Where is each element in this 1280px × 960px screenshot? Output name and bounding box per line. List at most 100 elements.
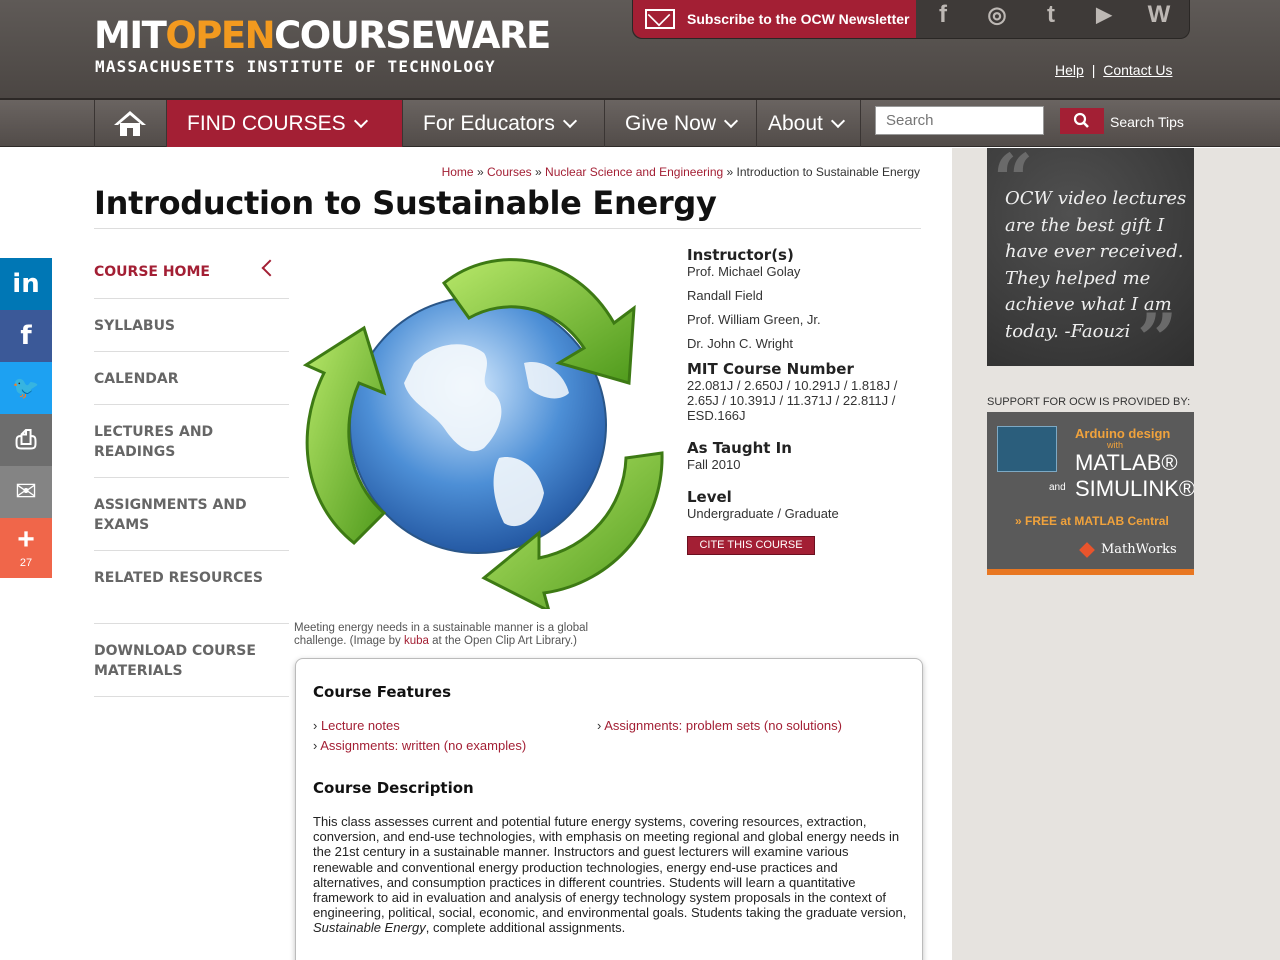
linkedin-share[interactable]: in <box>0 258 52 310</box>
twitter-icon: 🐦 <box>12 375 40 400</box>
course-nav-related[interactable]: RELATED RESOURCES <box>94 568 289 624</box>
mathworks-logo-icon <box>1079 542 1095 558</box>
nav-about[interactable]: About <box>756 100 861 147</box>
nav-find-courses[interactable]: FIND COURSES <box>166 100 402 147</box>
ad-simulink: SIMULINK® <box>1075 476 1194 501</box>
arduino-board-icon <box>997 426 1057 472</box>
cite-course-button[interactable]: CITE THIS COURSE <box>687 536 815 555</box>
course-nav-home[interactable]: COURSE HOME <box>94 262 289 299</box>
feature-link[interactable]: Assignments: written (no examples) <box>320 738 526 753</box>
logo-courseware: COURSEWARE <box>274 14 551 57</box>
close-quote-icon: ” <box>1137 298 1178 366</box>
ad-free: » FREE at MATLAB Central <box>1015 514 1169 528</box>
search-button[interactable] <box>1060 108 1104 134</box>
as-taught-label: As Taught In <box>687 439 792 457</box>
chevron-down-icon <box>562 113 577 128</box>
course-number-label: MIT Course Number <box>687 360 854 378</box>
help-link[interactable]: Help <box>1055 62 1084 78</box>
chevron-down-icon <box>353 113 368 128</box>
recycling-earth-image <box>302 258 664 609</box>
ad-headline: Arduino design <box>1075 426 1171 441</box>
ad-and: and <box>1049 482 1066 493</box>
course-features-title: Course Features <box>313 683 451 701</box>
newsletter-label: Subscribe to the OCW Newsletter <box>687 11 910 27</box>
nav-about-label: About <box>768 111 823 135</box>
breadcrumb-home[interactable]: Home <box>442 165 474 179</box>
ocw-logo[interactable]: MITOPENCOURSEWARE <box>94 14 551 58</box>
feature-link[interactable]: Assignments: problem sets (no solutions) <box>604 718 842 733</box>
breadcrumb-dept[interactable]: Nuclear Science and Engineering <box>545 165 723 179</box>
course-nav-calendar[interactable]: CALENDAR <box>94 369 289 405</box>
instructor-3: Prof. William Green, Jr. <box>687 312 821 327</box>
linkedin-icon: in <box>12 269 40 299</box>
course-nav-label: COURSE HOME <box>94 264 210 280</box>
description-end: , complete additional assignments. <box>425 920 626 936</box>
search-icon <box>1073 112 1089 128</box>
nav-for-educators-label: For Educators <box>423 111 555 135</box>
course-number: 22.081J / 2.650J / 10.291J / 1.818J / 2.… <box>687 378 898 423</box>
print-share[interactable]: ⎙ <box>0 414 52 466</box>
site-header: MITOPENCOURSEWARE MASSACHUSETTS INSTITUT… <box>0 0 1280 100</box>
chevron-down-icon <box>723 113 739 128</box>
breadcrumb-sep: » <box>535 165 542 179</box>
sponsor-ad[interactable]: Arduino design with MATLAB® and SIMULINK… <box>987 412 1194 575</box>
instructor-1: Prof. Michael Golay <box>687 264 801 279</box>
home-button[interactable] <box>94 100 166 147</box>
search-tips-link[interactable]: Search Tips <box>1110 114 1184 130</box>
ad-matlab: MATLAB® <box>1075 450 1178 475</box>
help-separator: | <box>1091 62 1096 78</box>
logo-open: OPEN <box>165 14 275 57</box>
course-nav-syllabus[interactable]: SYLLABUS <box>94 316 289 352</box>
image-caption: Meeting energy needs in a sustainable ma… <box>294 622 624 648</box>
caption-link[interactable]: kuba <box>404 635 429 647</box>
logo-mit: MIT <box>94 14 167 57</box>
more-share[interactable]: + 27 <box>0 518 52 578</box>
facebook-share[interactable]: f <box>0 310 52 362</box>
course-nav-label: ASSIGNMENTS AND EXAMS <box>94 497 247 533</box>
testimonial-banner[interactable]: “ OCW video lectures are the best gift I… <box>987 148 1194 366</box>
contact-link[interactable]: Contact Us <box>1103 62 1172 78</box>
page-title: Introduction to Sustainable Energy <box>94 184 717 222</box>
course-nav-download[interactable]: DOWNLOAD COURSE MATERIALS <box>94 641 289 697</box>
breadcrumb-sep: » <box>726 165 734 179</box>
instructor-2: Randall Field <box>687 288 763 303</box>
wordpress-icon[interactable]: W <box>1143 0 1175 30</box>
nav-give-now[interactable]: Give Now <box>604 100 756 147</box>
ad-with: with <box>1107 440 1124 450</box>
as-taught: Fall 2010 <box>687 457 741 472</box>
youtube-icon[interactable]: ▶ <box>1088 0 1120 30</box>
course-nav-assignments[interactable]: ASSIGNMENTS AND EXAMS <box>94 495 289 551</box>
nav-for-educators[interactable]: For Educators <box>402 100 604 147</box>
course-nav-label: SYLLABUS <box>94 318 176 334</box>
breadcrumb-sep: » <box>476 165 484 179</box>
breadcrumb: Home » Courses » Nuclear Science and Eng… <box>0 165 920 179</box>
caption-after: at the Open Clip Art Library.) <box>428 635 577 647</box>
feature-written: › Assignments: written (no examples) <box>313 738 527 753</box>
nav-give-now-label: Give Now <box>625 111 717 135</box>
email-share[interactable]: ✉ <box>0 466 52 518</box>
title-divider <box>94 228 921 229</box>
breadcrumb-courses[interactable]: Courses <box>487 165 532 179</box>
facebook-icon[interactable]: f <box>927 0 959 30</box>
instagram-icon[interactable]: ◎ <box>981 0 1013 30</box>
feature-link[interactable]: Lecture notes <box>321 718 400 733</box>
chevron-down-icon <box>830 113 845 128</box>
course-description: This class assesses current and potentia… <box>313 814 908 936</box>
newsletter-button[interactable]: Subscribe to the OCW Newsletter <box>633 0 916 38</box>
course-nav-label: RELATED RESOURCES <box>94 570 264 586</box>
search-input[interactable] <box>875 106 1044 135</box>
breadcrumb-current: Introduction to Sustainable Energy <box>736 165 920 179</box>
nav-find-courses-label: FIND COURSES <box>187 111 346 135</box>
top-bar: Subscribe to the OCW Newsletter f ◎ t ▶ … <box>632 0 1190 39</box>
description-text: This class assesses current and potentia… <box>313 814 907 921</box>
twitter-share[interactable]: 🐦 <box>0 362 52 414</box>
support-label: SUPPORT FOR OCW IS PROVIDED BY: <box>987 396 1191 408</box>
envelope-icon <box>645 9 675 29</box>
level-label: Level <box>687 488 732 506</box>
twitter-icon[interactable]: t <box>1035 0 1067 30</box>
share-count: 27 <box>19 557 33 569</box>
description-italic: Sustainable Energy <box>313 920 426 936</box>
logo-subtitle: MASSACHUSETTS INSTITUTE OF TECHNOLOGY <box>95 57 496 76</box>
course-nav-lectures[interactable]: LECTURES AND READINGS <box>94 422 289 478</box>
home-icon <box>114 111 146 136</box>
